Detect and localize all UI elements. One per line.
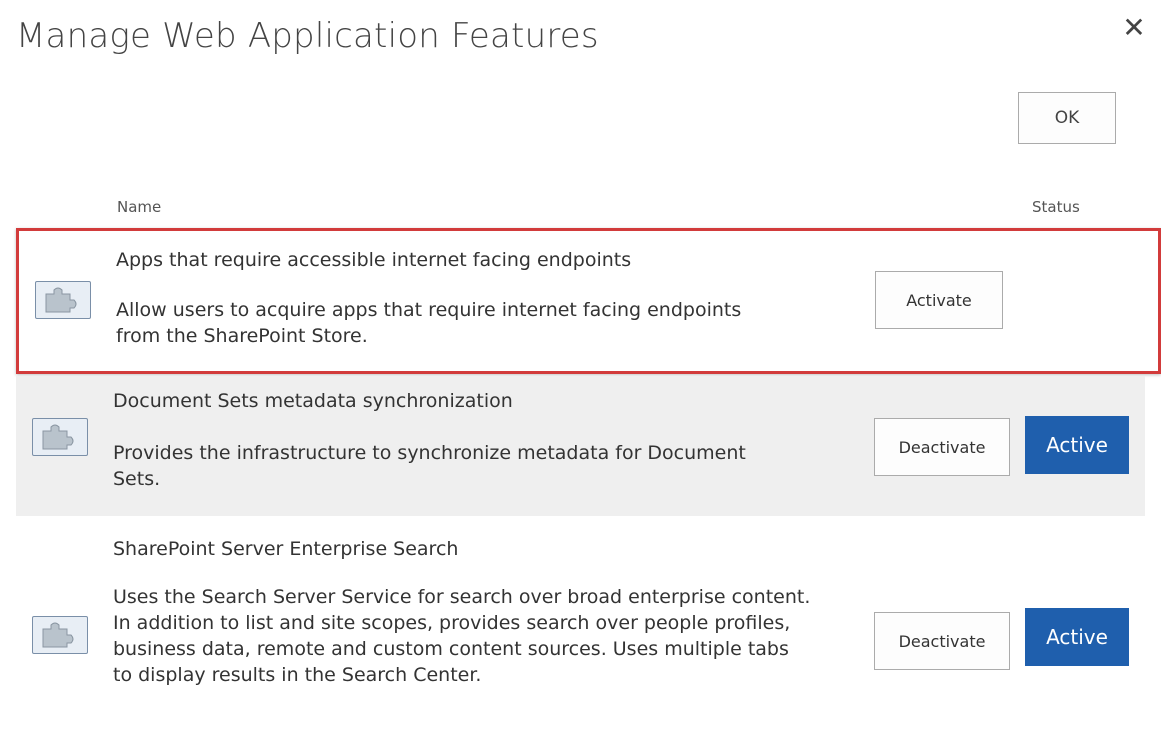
dialog-title: Manage Web Application Features bbox=[16, 16, 599, 56]
status-badge-active: Active bbox=[1025, 608, 1129, 666]
ok-button[interactable]: OK bbox=[1018, 92, 1116, 144]
column-header-name: Name bbox=[117, 198, 162, 216]
deactivate-button[interactable]: Deactivate bbox=[874, 612, 1010, 670]
feature-description: Uses the Search Server Service for searc… bbox=[113, 586, 811, 686]
feature-row-enterprise-search: SharePoint Server Enterprise Search Uses… bbox=[16, 524, 1145, 742]
feature-puzzle-icon bbox=[35, 281, 91, 319]
status-badge-active: Active bbox=[1025, 416, 1129, 474]
feature-row-apps-internet-endpoints: Apps that require accessible internet fa… bbox=[16, 228, 1161, 374]
feature-description: Allow users to acquire apps that require… bbox=[116, 299, 742, 347]
feature-name: SharePoint Server Enterprise Search bbox=[113, 538, 459, 560]
feature-name: Document Sets metadata synchronization bbox=[113, 390, 513, 412]
activate-button[interactable]: Activate bbox=[875, 271, 1003, 329]
feature-puzzle-icon bbox=[32, 616, 88, 654]
feature-row-document-sets-sync: Document Sets metadata synchronization P… bbox=[16, 376, 1145, 516]
feature-puzzle-icon bbox=[32, 418, 88, 456]
feature-description: Provides the infrastructure to synchroni… bbox=[113, 442, 746, 490]
close-icon[interactable]: ✕ bbox=[1118, 12, 1150, 44]
column-header-status: Status bbox=[1032, 198, 1080, 216]
deactivate-button[interactable]: Deactivate bbox=[874, 418, 1010, 476]
feature-name: Apps that require accessible internet fa… bbox=[116, 249, 632, 271]
